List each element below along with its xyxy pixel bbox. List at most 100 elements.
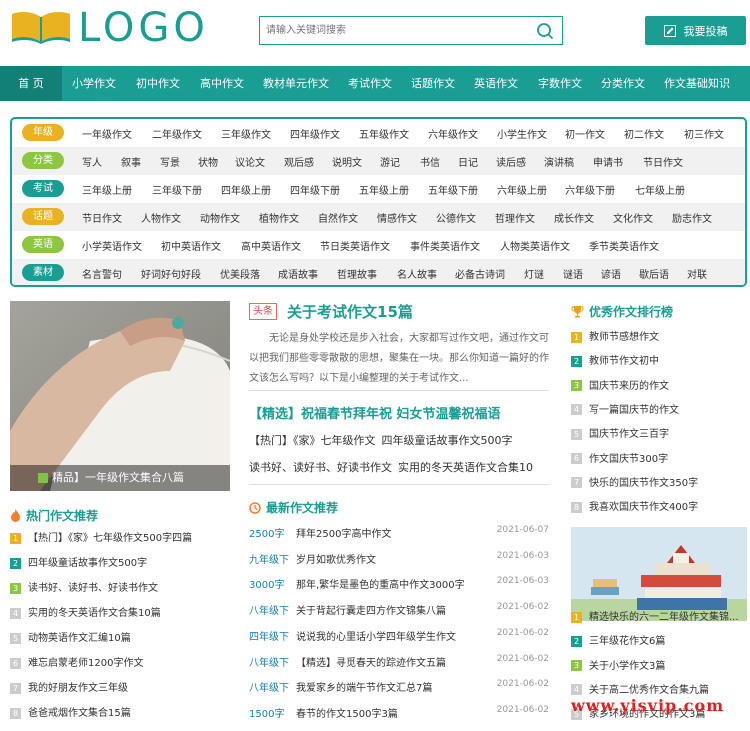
- category-link[interactable]: 哲理作文: [495, 210, 535, 225]
- category-link[interactable]: 节日作文: [82, 210, 122, 225]
- category-badge[interactable]: 素材: [22, 264, 64, 281]
- category-link[interactable]: 五年级上册: [359, 182, 409, 197]
- latest-list-item[interactable]: 1500字 春节的作文1500字3篇 2021-06-02: [249, 705, 549, 725]
- featured-image[interactable]: 精品】一年级作文集合八篇: [10, 301, 230, 491]
- category-link[interactable]: 小学英语作文: [82, 238, 142, 253]
- category-link[interactable]: 文化作文: [613, 210, 653, 225]
- category-link[interactable]: 节日类英语作文: [320, 238, 390, 253]
- books-image[interactable]: [571, 527, 747, 621]
- category-link[interactable]: 歇后语: [639, 266, 669, 281]
- category-link[interactable]: 叙事: [121, 154, 141, 169]
- category-link[interactable]: 四年级下册: [290, 182, 340, 197]
- category-link[interactable]: 名人故事: [397, 266, 437, 281]
- nav-item[interactable]: 英语作文: [464, 66, 528, 101]
- category-badge[interactable]: 英语: [22, 236, 64, 253]
- category-link[interactable]: 人物作文: [141, 210, 181, 225]
- nav-item[interactable]: 分类作文: [591, 66, 655, 101]
- nav-item[interactable]: 考试作文: [338, 66, 402, 101]
- category-badge[interactable]: 话题: [22, 208, 64, 225]
- category-link[interactable]: 写人: [82, 154, 102, 169]
- latest-list-item[interactable]: 2500字 拜年2500字高中作文 2021-06-07: [249, 525, 549, 545]
- category-link[interactable]: 成语故事: [278, 266, 318, 281]
- hot-list-item[interactable]: 7 我的好朋友作文三年级: [10, 679, 230, 694]
- hot-list-item[interactable]: 5 动物英语作文汇编10篇: [10, 629, 230, 644]
- headline-title[interactable]: 关于考试作文15篇: [287, 301, 413, 322]
- category-badge[interactable]: 考试: [22, 180, 64, 197]
- latest-list-item[interactable]: 四年级下 说说我的心里话小学四年级学生作文 2021-06-02: [249, 628, 549, 648]
- hot-list-item[interactable]: 6 难忘启蒙老师1200字作文: [10, 654, 230, 669]
- category-link[interactable]: 写景: [160, 154, 180, 169]
- category-link[interactable]: 小学生作文: [497, 126, 547, 141]
- hot-list-item[interactable]: 3 读书好、读好书、好读书作文: [10, 579, 230, 594]
- tag-link[interactable]: 四年级童话故事作文500字: [382, 434, 513, 447]
- site-logo[interactable]: LOGO: [10, 8, 209, 48]
- category-link[interactable]: 励志作文: [672, 210, 712, 225]
- latest-list-item[interactable]: 九年级下 岁月如歌优秀作文 2021-06-03: [249, 551, 549, 571]
- rank-list-item[interactable]: 6 作文国庆节300字: [571, 450, 747, 465]
- rank-list-item[interactable]: 4 写一篇国庆节的作文: [571, 401, 747, 416]
- category-link[interactable]: 节日作文: [643, 154, 683, 169]
- latest-list-item[interactable]: 八年级下 我爱家乡的端午节作文汇总7篇 2021-06-02: [249, 679, 549, 699]
- category-link[interactable]: 必备古诗词: [455, 266, 505, 281]
- category-link[interactable]: 五年级下册: [428, 182, 478, 197]
- category-link[interactable]: 人物类英语作文: [500, 238, 570, 253]
- category-link[interactable]: 自然作文: [318, 210, 358, 225]
- category-link[interactable]: 公德作文: [436, 210, 476, 225]
- hot-list-item[interactable]: 8 爸爸戒烟作文集合15篇: [10, 704, 230, 719]
- category-link[interactable]: 三年级下册: [152, 182, 202, 197]
- category-link[interactable]: 读后感: [496, 154, 526, 169]
- category-link[interactable]: 谚语: [601, 266, 621, 281]
- category-link[interactable]: 三年级作文: [221, 126, 271, 141]
- rank-list-item[interactable]: 2 教师节作文初中: [571, 352, 747, 367]
- hot-list-item[interactable]: 2 四年级童话故事作文500字: [10, 554, 230, 569]
- rank-list-item[interactable]: 3 国庆节来历的作文: [571, 377, 747, 392]
- submit-article-button[interactable]: 我要投稿: [645, 16, 746, 45]
- latest-item-title[interactable]: 【精选】寻觅春天的踪迹作文五篇: [296, 654, 446, 669]
- rank2-list-item[interactable]: 4 关于高二优秀作文合集九篇: [571, 681, 747, 696]
- hot-list-item[interactable]: 1 【热门】《家》七年级作文500字四篇: [10, 529, 230, 544]
- rank2-list-item[interactable]: 3 关于小学作文3篇: [571, 657, 747, 672]
- category-link[interactable]: 一年级作文: [82, 126, 132, 141]
- category-link[interactable]: 初中英语作文: [161, 238, 221, 253]
- category-link[interactable]: 事件类英语作文: [410, 238, 480, 253]
- category-link[interactable]: 七年级上册: [635, 182, 685, 197]
- category-link[interactable]: 植物作文: [259, 210, 299, 225]
- category-link[interactable]: 议论文: [235, 154, 265, 169]
- tag-link[interactable]: 【热门】《家》七年级作文: [249, 434, 376, 447]
- category-link[interactable]: 状物: [198, 154, 218, 169]
- latest-item-title[interactable]: 那年,繁华是墨色的重高中作文3000字: [296, 576, 465, 591]
- category-link[interactable]: 五年级作文: [359, 126, 409, 141]
- category-link[interactable]: 成长作文: [554, 210, 594, 225]
- rank2-list-item[interactable]: 2 三年级花作文6篇: [571, 632, 747, 647]
- nav-item[interactable]: 小学作文: [62, 66, 126, 101]
- rank-list-item[interactable]: 8 我喜欢国庆节作文400字: [571, 498, 747, 513]
- rank-list-item[interactable]: 7 快乐的国庆节作文350字: [571, 474, 747, 489]
- category-link[interactable]: 名言警句: [82, 266, 122, 281]
- category-badge[interactable]: 分类: [22, 152, 64, 169]
- search-icon[interactable]: [536, 22, 554, 40]
- latest-item-title[interactable]: 关于背起行囊走四方作文锦集八篇: [296, 602, 446, 617]
- latest-list-item[interactable]: 八年级下 【精选】寻觅春天的踪迹作文五篇 2021-06-02: [249, 654, 549, 674]
- nav-item[interactable]: 高中作文: [190, 66, 254, 101]
- category-link[interactable]: 谜语: [563, 266, 583, 281]
- latest-item-title[interactable]: 说说我的心里话小学四年级学生作文: [296, 628, 456, 643]
- category-link[interactable]: 四年级上册: [221, 182, 271, 197]
- category-link[interactable]: 哲理故事: [337, 266, 377, 281]
- category-link[interactable]: 日记: [458, 154, 478, 169]
- rank-list-item[interactable]: 1 教师节感想作文: [571, 328, 747, 343]
- latest-item-title[interactable]: 岁月如歌优秀作文: [296, 551, 376, 566]
- category-link[interactable]: 季节类英语作文: [589, 238, 659, 253]
- category-badge[interactable]: 年级: [22, 124, 64, 141]
- category-link[interactable]: 书信: [420, 154, 440, 169]
- category-link[interactable]: 情感作文: [377, 210, 417, 225]
- category-link[interactable]: 优美段落: [220, 266, 260, 281]
- latest-item-title[interactable]: 我爱家乡的端午节作文汇总7篇: [296, 679, 432, 694]
- latest-item-title[interactable]: 拜年2500字高中作文: [296, 525, 391, 540]
- category-link[interactable]: 演讲稿: [544, 154, 574, 169]
- rank-list-item[interactable]: 5 国庆节作文三百字: [571, 425, 747, 440]
- tag-link[interactable]: 实用的冬天英语作文合集10: [398, 461, 533, 474]
- search-input[interactable]: [260, 17, 530, 44]
- category-link[interactable]: 三年级上册: [82, 182, 132, 197]
- category-link[interactable]: 灯谜: [524, 266, 544, 281]
- category-link[interactable]: 六年级作文: [428, 126, 478, 141]
